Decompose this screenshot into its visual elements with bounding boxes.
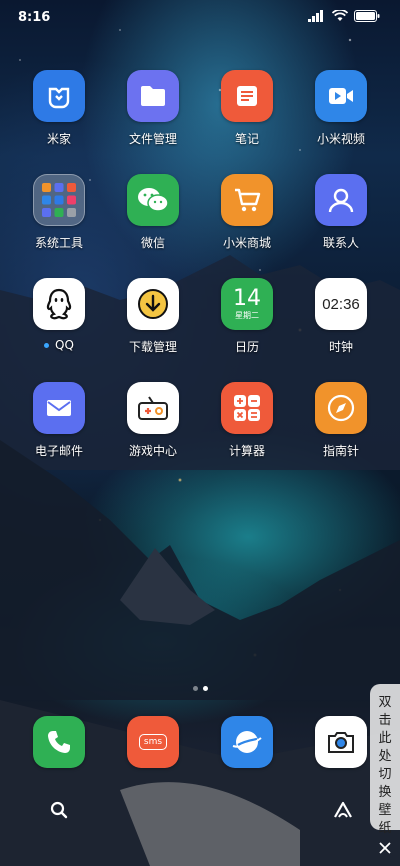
folder-tools-icon: [33, 174, 85, 226]
signal-icon: [308, 10, 323, 22]
dock-camera[interactable]: [315, 716, 367, 768]
calendar-icon: 14 星期二: [221, 278, 273, 330]
battery-icon: [354, 10, 380, 22]
status-bar: 8:16: [0, 0, 400, 34]
camera-icon: [328, 732, 354, 753]
app-calendar[interactable]: 14 星期二 日历: [202, 278, 292, 368]
video-icon: [315, 70, 367, 122]
app-notes[interactable]: 笔记: [202, 70, 292, 160]
folder-icon: [127, 70, 179, 122]
assistant-button[interactable]: [316, 790, 370, 830]
app-game-center[interactable]: 游戏中心: [108, 382, 198, 472]
close-icon: [379, 842, 391, 854]
app-calculator[interactable]: 计算器: [202, 382, 292, 472]
assistant-icon: [334, 801, 352, 818]
app-mijia[interactable]: 米家: [14, 70, 104, 160]
search-button[interactable]: [32, 790, 86, 830]
qq-icon: [33, 278, 85, 330]
page-dot[interactable]: [193, 686, 198, 691]
search-icon: [50, 801, 68, 819]
browser-icon: [232, 731, 262, 753]
dock-browser[interactable]: [221, 716, 273, 768]
app-email[interactable]: 电子邮件: [14, 382, 104, 472]
compass-icon: [315, 382, 367, 434]
app-wechat[interactable]: 微信: [108, 174, 198, 264]
app-file-manager[interactable]: 文件管理: [108, 70, 198, 160]
app-compass[interactable]: 指南针: [296, 382, 386, 472]
new-badge-dot: [44, 342, 50, 348]
wallpaper-switch-close-button[interactable]: [370, 830, 400, 866]
sms-icon: sms: [138, 734, 168, 750]
notes-icon: [221, 70, 273, 122]
calculator-icon: [221, 382, 273, 434]
page-indicator[interactable]: [193, 686, 208, 691]
gamepad-icon: [127, 382, 179, 434]
app-clock[interactable]: 02:36 时钟: [296, 278, 386, 368]
contacts-icon: [315, 174, 367, 226]
mijia-icon: [33, 70, 85, 122]
app-qq[interactable]: QQ: [14, 278, 104, 368]
wallpaper-switch-tab[interactable]: 双 击 此 处 切 换 壁 纸: [370, 684, 400, 836]
dock-sms[interactable]: sms: [127, 716, 179, 768]
phone-icon: [48, 731, 70, 753]
app-mi-store[interactable]: 小米商城: [202, 174, 292, 264]
wifi-icon: [332, 10, 348, 21]
app-contacts[interactable]: 联系人: [296, 174, 386, 264]
download-icon: [127, 278, 179, 330]
app-mi-video[interactable]: 小米视频: [296, 70, 386, 160]
app-system-tools[interactable]: 系统工具: [14, 174, 104, 264]
cart-icon: [221, 174, 273, 226]
dock-phone[interactable]: [33, 716, 85, 768]
status-time: 8:16: [18, 10, 51, 25]
mail-icon: [33, 382, 85, 434]
wechat-icon: [127, 174, 179, 226]
page-dot-active[interactable]: [203, 686, 208, 691]
app-downloads[interactable]: 下载管理: [108, 278, 198, 368]
clock-icon: 02:36: [315, 278, 367, 330]
